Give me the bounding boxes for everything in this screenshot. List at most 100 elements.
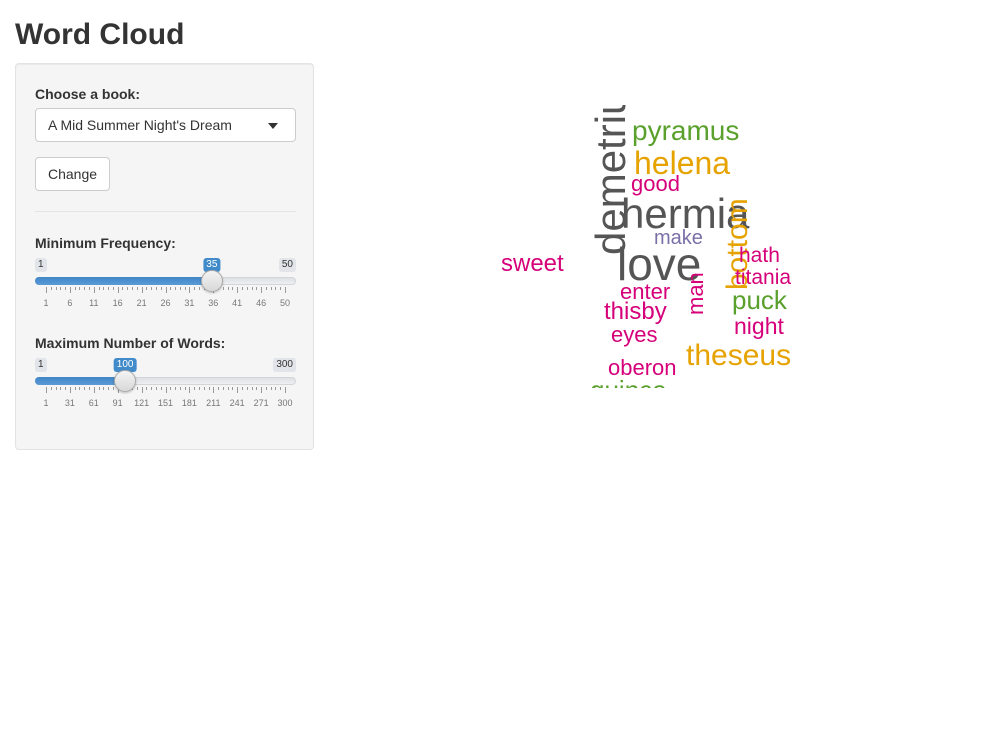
slider-max-label: 300 [273,358,296,372]
slider-tick-minor [98,387,100,390]
slider-ticks: 1 6 11 16 21 26 31 36 41 46 50 [35,287,296,308]
word-cloud-word: puck [732,285,787,315]
word-cloud-word: sweet [501,250,564,277]
word-cloud-word: theseus [686,339,792,372]
slider-tick-minor [280,387,282,390]
slider-tick-minor [241,287,243,290]
slider-handle[interactable] [200,270,223,292]
slider-tick-minor [132,287,134,290]
slider-tick-minor [103,387,105,390]
slider-tick-minor [265,287,267,290]
slider-tick-minor [84,387,86,390]
slider-tick-label: 41 [232,298,243,308]
slider-tick-major [165,387,167,393]
slider-tick-minor [74,287,76,290]
slider-tick-label: 241 [229,398,245,408]
slider-tick-minor [218,387,220,390]
slider-tick-minor [136,287,138,290]
slider-tick-minor [179,387,181,390]
change-button[interactable]: Change [35,157,110,191]
slider-tick-minor [179,287,181,290]
slider-tick-major [141,387,143,393]
slider-tick-minor [232,287,234,290]
slider-tick-minor [155,387,157,390]
slider-tick-minor [227,387,229,390]
word-cloud-word: night [734,313,784,339]
slider-tick-minor [227,287,229,290]
slider-tick-label: 16 [112,298,123,308]
max-words-slider[interactable]: 1 300 100 1 31 61 91 121 151 181 211 241 271 300 [35,358,296,418]
slider-tick-minor [65,287,67,290]
slider-tick-minor [50,387,52,390]
slider-tick-minor [136,387,138,390]
slider-tick-major [69,287,71,293]
slider-tick-minor [246,287,248,290]
slider-tick-minor [155,287,157,290]
slider-tick-label: 61 [88,398,99,408]
slider-tick-minor [175,287,177,290]
slider-tick-minor [55,287,57,290]
slider-tick-minor [251,287,253,290]
slider-tick-minor [89,387,91,390]
slider-tick-minor [198,287,200,290]
slider-handle[interactable] [114,370,137,392]
slider-tick-major [261,287,263,293]
page-title: Word Cloud [15,18,185,51]
slider-tick-major [46,287,47,293]
caret-down-icon [268,123,278,129]
slider-tick-minor [184,387,186,390]
slider-tick-major [189,287,191,293]
slider-tick-minor [60,287,62,290]
slider-tick-label: 181 [181,398,197,408]
slider-tick-major [117,287,119,293]
slider-tick-major [46,387,47,393]
word-cloud-word: hath [739,244,780,267]
word-cloud: pyramus helena good demetrius hermia make love… [490,105,820,388]
slider-tick-major [93,387,95,393]
slider-tick-minor [108,287,110,290]
slider-tick-label: 1 [43,398,49,408]
slider-tick-minor [151,387,153,390]
slider-tick-minor [203,387,205,390]
slider-tick-label: 46 [256,298,267,308]
slider-tick-minor [170,387,172,390]
slider-tick-minor [246,387,248,390]
slider-tick-label: 300 [277,398,293,408]
min-frequency-slider[interactable]: 1 50 35 1 6 11 16 21 26 31 36 41 46 50 [35,258,296,318]
slider-tick-minor [146,387,148,390]
min-frequency-label: Minimum Frequency: [35,235,176,251]
slider-tick-minor [108,387,110,390]
book-select[interactable]: A Mid Summer Night's Dream [35,108,296,142]
slider-tick-label: 151 [157,398,174,408]
slider-tick-minor [222,387,224,390]
slider-tick-minor [275,287,277,290]
slider-max-label: 50 [278,258,296,272]
slider-tick-minor [112,287,114,290]
slider-tick-major [237,387,239,393]
slider-tick-minor [160,387,162,390]
slider-tick-minor [265,387,267,390]
divider [35,211,296,212]
word-cloud-word: quince [590,377,667,388]
slider-tick-minor [103,287,105,290]
slider-tick-major [69,387,71,393]
slider-tick-minor [280,287,282,290]
slider-tick-minor [241,387,243,390]
slider-tick-minor [160,287,162,290]
slider-tick-minor [79,287,81,290]
slider-tick-label: 121 [134,398,150,408]
slider-tick-minor [208,387,210,390]
slider-tick-minor [184,287,186,290]
slider-tick-label: 31 [184,298,195,308]
slider-tick-label: 211 [206,398,221,408]
slider-tick-label: 50 [279,298,291,308]
slider-tick-minor [222,287,224,290]
word-cloud-word: eyes [611,322,658,347]
word-cloud-word: thisby [604,298,667,325]
slider-tick-minor [232,387,234,390]
max-words-label: Maximum Number of Words: [35,335,226,351]
slider-tick-minor [98,287,100,290]
slider-fill [35,377,126,385]
slider-tick-label: 271 [253,398,269,408]
slider-ticks: 1 31 61 91 121 151 181 211 241 271 300 [35,387,296,408]
